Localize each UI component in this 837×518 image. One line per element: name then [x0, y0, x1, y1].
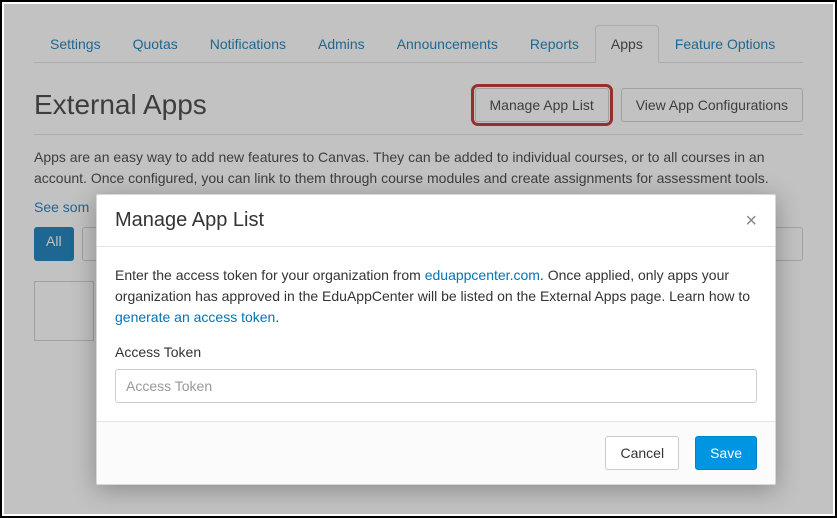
modal-instruction-text: Enter the access token for your organiza…: [115, 265, 757, 328]
tab-settings[interactable]: Settings: [34, 25, 117, 63]
page-header: External Apps Manage App List View App C…: [34, 88, 803, 135]
tab-reports[interactable]: Reports: [514, 25, 595, 63]
generate-access-token-link[interactable]: generate an access token: [115, 309, 275, 325]
tab-announcements[interactable]: Announcements: [381, 25, 514, 63]
page-title: External Apps: [34, 89, 207, 121]
tab-quotas[interactable]: Quotas: [117, 25, 194, 63]
see-some-link[interactable]: See som: [34, 199, 89, 215]
tab-feature-options[interactable]: Feature Options: [659, 25, 791, 63]
header-actions: Manage App List View App Configurations: [475, 88, 803, 122]
modal-text-pre: Enter the access token for your organiza…: [115, 267, 425, 283]
view-app-configurations-button[interactable]: View App Configurations: [621, 88, 803, 122]
close-icon[interactable]: ×: [745, 211, 757, 231]
apps-description: Apps are an easy way to add new features…: [34, 147, 803, 189]
app-card[interactable]: [34, 281, 94, 341]
tab-notifications[interactable]: Notifications: [194, 25, 302, 63]
tab-apps[interactable]: Apps: [595, 25, 659, 63]
access-token-input[interactable]: [115, 369, 757, 403]
modal-title: Manage App List: [115, 209, 264, 232]
tab-admins[interactable]: Admins: [302, 25, 381, 63]
manage-app-list-modal: Manage App List × Enter the access token…: [96, 194, 776, 485]
save-button[interactable]: Save: [695, 436, 757, 470]
modal-header: Manage App List ×: [97, 195, 775, 247]
modal-footer: Cancel Save: [97, 421, 775, 484]
access-token-label: Access Token: [115, 342, 757, 363]
tab-bar: Settings Quotas Notifications Admins Ann…: [34, 24, 803, 63]
modal-text-post: .: [275, 309, 279, 325]
modal-body: Enter the access token for your organiza…: [97, 247, 775, 421]
manage-app-list-button[interactable]: Manage App List: [475, 88, 609, 122]
eduappcenter-link[interactable]: eduappcenter.com: [425, 267, 540, 283]
filter-all-chip[interactable]: All: [34, 227, 74, 261]
cancel-button[interactable]: Cancel: [605, 436, 679, 470]
